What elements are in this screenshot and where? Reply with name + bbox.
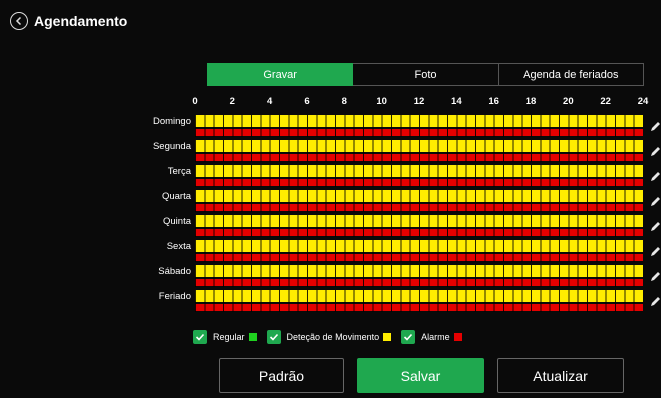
alarm-bar	[195, 129, 643, 136]
day-row: Domingo	[0, 115, 661, 143]
day-label: Sábado	[158, 266, 191, 277]
day-row: Sexta	[0, 240, 661, 268]
day-row: Feriado	[0, 290, 661, 318]
day-timeline[interactable]	[195, 140, 643, 168]
day-label: Terça	[167, 166, 191, 177]
tab-agenda-de-feriados[interactable]: Agenda de feriados	[498, 63, 644, 86]
day-timeline[interactable]	[195, 240, 643, 268]
pencil-icon[interactable]	[649, 296, 661, 308]
legend-regular-label: Regular	[213, 332, 245, 342]
day-timeline[interactable]	[195, 290, 643, 318]
alarm-bar	[195, 179, 643, 186]
hour-label: 8	[341, 96, 347, 107]
pencil-icon[interactable]	[649, 221, 661, 233]
regular-color-swatch	[248, 333, 257, 341]
save-button[interactable]: Salvar	[357, 358, 484, 393]
tab-foto[interactable]: Foto	[353, 63, 499, 86]
pencil-icon[interactable]	[649, 121, 661, 133]
day-label: Segunda	[152, 141, 191, 152]
header: Agendamento	[10, 12, 127, 30]
motion-checkbox[interactable]	[266, 330, 281, 344]
pencil-icon[interactable]	[649, 246, 661, 258]
day-row: Segunda	[0, 140, 661, 168]
day-row: Terça	[0, 165, 661, 193]
hour-label: 4	[267, 96, 273, 107]
legend: Regular Deteção de Movimento Alarme	[193, 330, 472, 344]
legend-motion-label: Deteção de Movimento	[286, 332, 380, 342]
hour-label: 0	[192, 96, 198, 107]
alarm-checkbox[interactable]	[401, 330, 416, 344]
tab-gravar[interactable]: Gravar	[207, 63, 354, 86]
day-timeline[interactable]	[195, 265, 643, 293]
hour-label: 20	[563, 96, 574, 107]
pencil-icon[interactable]	[649, 171, 661, 183]
alarm-bar	[195, 204, 643, 211]
legend-motion: Deteção de Movimento	[266, 330, 392, 344]
hour-label: 12	[413, 96, 425, 107]
day-timeline[interactable]	[195, 165, 643, 193]
pencil-icon[interactable]	[649, 146, 661, 158]
alarm-bar	[195, 229, 643, 236]
alarm-color-swatch	[453, 333, 462, 341]
day-row: Quinta	[0, 215, 661, 243]
alarm-bar	[195, 254, 643, 261]
hour-label: 10	[376, 96, 387, 107]
alarm-bar	[195, 279, 643, 286]
day-label: Quinta	[163, 216, 191, 227]
default-button[interactable]: Padrão	[219, 358, 344, 393]
tab-bar: Gravar Foto Agenda de feriados	[207, 63, 644, 86]
back-circle-icon[interactable]	[10, 12, 28, 30]
day-row: Sábado	[0, 265, 661, 293]
pencil-icon[interactable]	[649, 196, 661, 208]
refresh-button[interactable]: Atualizar	[497, 358, 624, 393]
alarm-bar	[195, 154, 643, 161]
day-timeline[interactable]	[195, 115, 643, 143]
hour-label: 6	[304, 96, 310, 107]
day-label: Quarta	[161, 191, 191, 202]
hour-label: 16	[488, 96, 499, 107]
hour-label: 22	[600, 96, 611, 107]
legend-alarm: Alarme	[401, 330, 462, 344]
day-label: Feriado	[158, 291, 191, 302]
day-timeline[interactable]	[195, 215, 643, 243]
legend-alarm-label: Alarme	[421, 332, 450, 342]
day-label: Sexta	[166, 241, 191, 252]
day-row: Quarta	[0, 190, 661, 218]
day-label: Domingo	[152, 116, 191, 127]
hour-label: 2	[229, 96, 235, 107]
legend-regular: Regular	[193, 330, 257, 344]
hour-label: 14	[451, 96, 462, 107]
hour-label: 24	[637, 96, 649, 107]
regular-checkbox[interactable]	[193, 330, 207, 344]
motion-color-swatch	[383, 333, 392, 341]
page-title: Agendamento	[34, 13, 128, 29]
hour-axis: 0 2 4 6 8 10 12 14 16 18 20 22 24	[192, 96, 648, 110]
day-timeline[interactable]	[195, 190, 643, 218]
hour-label: 18	[525, 96, 537, 107]
alarm-bar	[195, 304, 643, 311]
pencil-icon[interactable]	[649, 271, 661, 283]
